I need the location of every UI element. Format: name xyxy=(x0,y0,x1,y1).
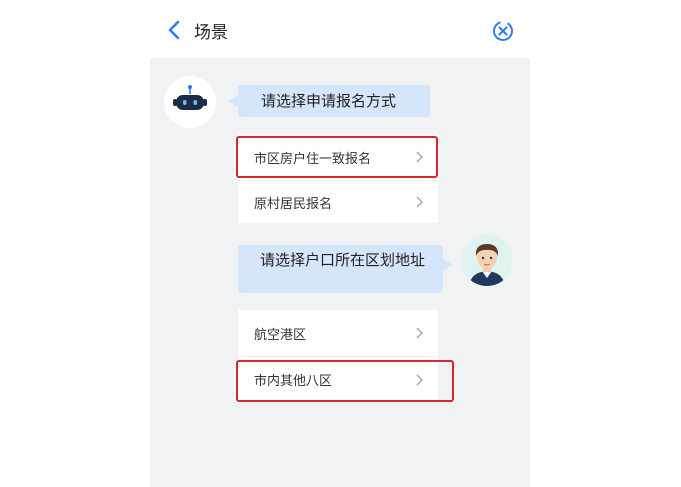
bot-message-bubble: 请选择申请报名方式 xyxy=(228,85,430,117)
chevron-left-icon xyxy=(168,20,180,40)
bubble-tail xyxy=(228,95,238,107)
bot-message-text: 请选择申请报名方式 xyxy=(261,92,397,110)
user-message-bubble: 请选择户口所在区划地址 xyxy=(238,245,453,293)
user-avatar xyxy=(461,234,513,286)
option-label: 原村居民报名 xyxy=(254,196,333,212)
back-button[interactable] xyxy=(162,16,186,44)
close-button[interactable] xyxy=(488,16,518,46)
option-label: 市内其他八区 xyxy=(254,374,333,389)
close-circle-icon xyxy=(493,21,513,41)
option-item[interactable]: 原村居民报名 xyxy=(238,181,438,223)
user-message-text: 请选择户口所在区划地址 xyxy=(260,251,426,269)
option-item[interactable]: 市区房户住一致报名 xyxy=(238,134,438,180)
phone-screen: 场景 请选择申请报名方式 市区房户住一致报名 原村居民报名 请选择户口所在区划地… xyxy=(150,0,530,487)
option-item[interactable]: 市内其他八区 xyxy=(238,357,438,402)
option-label: 市区房户住一致报名 xyxy=(254,151,372,167)
bubble-tail xyxy=(443,259,453,271)
option-item[interactable]: 航空港区 xyxy=(238,310,438,356)
option-label: 航空港区 xyxy=(254,327,307,343)
chevron-right-icon xyxy=(416,196,423,208)
robot-icon xyxy=(164,76,216,128)
bot-avatar xyxy=(164,76,216,128)
chevron-right-icon xyxy=(416,374,423,385)
page-title: 场景 xyxy=(194,23,228,43)
chevron-right-icon xyxy=(416,151,423,163)
person-avatar-icon xyxy=(461,234,513,286)
top-bar: 场景 xyxy=(150,0,530,58)
chevron-right-icon xyxy=(416,327,423,339)
